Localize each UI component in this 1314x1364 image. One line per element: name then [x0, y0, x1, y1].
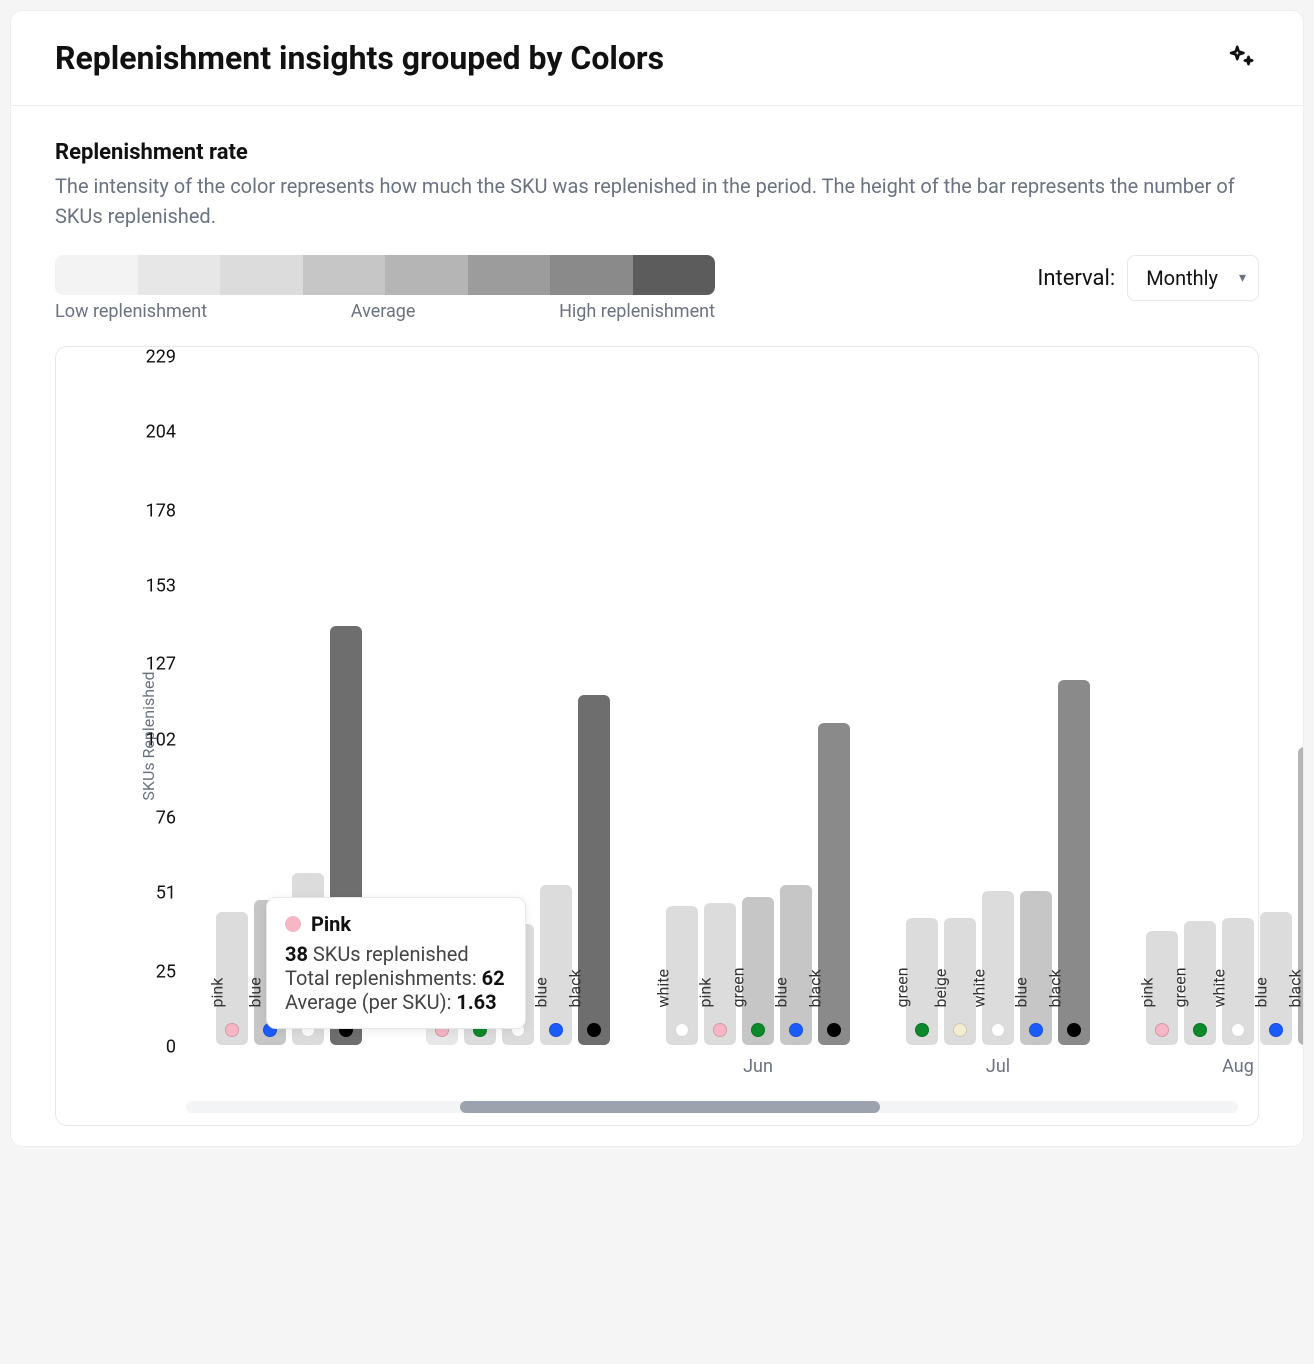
color-swatch-icon [827, 1023, 841, 1037]
bar-label: pink [696, 978, 715, 1008]
card-header: Replenishment insights grouped by Colors [11, 11, 1303, 106]
legend-row: Low replenishment Average High replenish… [55, 255, 1259, 322]
bar-label: green [1170, 967, 1189, 1007]
y-tick: 229 [126, 347, 176, 368]
bar-green[interactable]: green [742, 897, 774, 1045]
y-tick: 51 [126, 883, 176, 904]
legend-low-label: Low replenishment [55, 301, 207, 322]
tooltip-skus-value: 38 [285, 942, 308, 966]
interval-select[interactable]: Monthly ▾ [1127, 255, 1259, 301]
bar-label: blue [245, 977, 264, 1007]
color-swatch-icon [789, 1023, 803, 1037]
intensity-legend: Low replenishment Average High replenish… [55, 255, 715, 322]
bar-label: white [969, 969, 988, 1007]
month-label: Jun [743, 1056, 773, 1077]
color-swatch-icon [953, 1023, 967, 1037]
bar-label: green [728, 967, 747, 1007]
bar-label: beige [931, 969, 950, 1008]
color-swatch-icon [991, 1023, 1005, 1037]
bar-white[interactable]: white [1222, 918, 1254, 1045]
tooltip-skus-suffix: SKUs replenished [308, 942, 469, 966]
bar-blue[interactable]: blue [1020, 891, 1052, 1045]
color-swatch-icon [549, 1023, 563, 1037]
bar-blue[interactable]: blue [540, 885, 572, 1045]
card-body: Replenishment rate The intensity of the … [11, 106, 1303, 1146]
bar-black[interactable]: black [818, 723, 850, 1045]
bar-label: blue [531, 977, 550, 1007]
month-group: greenbeigewhiteblueblackJul [906, 680, 1090, 1045]
bar-label: blue [1251, 977, 1270, 1007]
color-swatch-icon [915, 1023, 929, 1037]
chevron-down-icon: ▾ [1239, 270, 1246, 286]
y-tick: 204 [126, 422, 176, 443]
intensity-labels: Low replenishment Average High replenish… [55, 301, 715, 322]
tooltip-avg-value: 1.63 [456, 990, 496, 1014]
bar-black[interactable]: black [1298, 747, 1304, 1045]
month-label: Aug [1222, 1056, 1254, 1077]
month-label: Jul [986, 1056, 1010, 1077]
y-tick: 25 [126, 961, 176, 982]
y-tick: 76 [126, 808, 176, 829]
interval-label: Interval: [1037, 266, 1115, 291]
legend-avg-label: Average [351, 301, 416, 322]
bar-label: black [1045, 969, 1064, 1007]
month-group: whitepinkgreenblueblackJun [666, 723, 850, 1045]
bar-blue[interactable]: blue [780, 885, 812, 1045]
y-tick: 178 [126, 500, 176, 521]
color-swatch-icon [587, 1023, 601, 1037]
bar-label: green [892, 967, 911, 1007]
tooltip-avg-label: Average (per SKU): [285, 990, 456, 1014]
bar-label: black [1285, 969, 1304, 1007]
scrollbar-thumb[interactable] [460, 1101, 881, 1113]
bar-white[interactable]: white [982, 891, 1014, 1045]
bar-label: blue [1011, 977, 1030, 1007]
month-group: pinkgreenwhiteblueblackAug [1146, 747, 1304, 1045]
bar-label: pink [208, 978, 227, 1008]
bar-label: black [805, 969, 824, 1007]
color-swatch-icon [751, 1023, 765, 1037]
horizontal-scrollbar[interactable] [186, 1101, 1238, 1113]
color-swatch-icon [1193, 1023, 1207, 1037]
y-tick: 127 [126, 654, 176, 675]
ai-sparkle-icon[interactable] [1223, 40, 1259, 76]
tooltip-total-value: 62 [482, 966, 505, 990]
section-title: Replenishment rate [55, 140, 1259, 165]
interval-control: Interval: Monthly ▾ [1037, 255, 1259, 301]
color-swatch-icon [1231, 1023, 1245, 1037]
color-swatch-icon [1155, 1023, 1169, 1037]
color-swatch-icon [1067, 1023, 1081, 1037]
y-tick: 153 [126, 575, 176, 596]
section-description: The intensity of the color represents ho… [55, 171, 1259, 231]
bar-pink[interactable]: pink [216, 912, 248, 1045]
y-tick: 0 [126, 1037, 176, 1058]
color-swatch-icon [225, 1023, 239, 1037]
color-swatch-icon [713, 1023, 727, 1037]
color-swatch-icon [675, 1023, 689, 1037]
bar-label: pink [1138, 978, 1157, 1008]
bar-white[interactable]: white [666, 906, 698, 1045]
card-title: Replenishment insights grouped by Colors [55, 39, 664, 77]
color-swatch-icon [1029, 1023, 1043, 1037]
tooltip-swatch [285, 916, 301, 932]
bar-label: black [565, 969, 584, 1007]
y-tick: 102 [126, 729, 176, 750]
bar-label: blue [771, 977, 790, 1007]
chart-container: SKUs Replenished 02551761021271531782042… [55, 346, 1259, 1126]
tooltip-total-label: Total replenishments: [285, 966, 482, 990]
color-swatch-icon [1269, 1023, 1283, 1037]
interval-selected: Monthly [1146, 266, 1218, 290]
bar-black[interactable]: black [1058, 680, 1090, 1045]
bar-label: white [1209, 969, 1228, 1007]
bar-label: white [653, 969, 672, 1007]
tooltip-color-name: Pink [311, 912, 351, 936]
legend-high-label: High replenishment [559, 301, 715, 322]
intensity-gradient [55, 255, 715, 295]
bar-black[interactable]: black [578, 695, 610, 1045]
insights-card: Replenishment insights grouped by Colors… [10, 10, 1304, 1147]
chart-tooltip: Pink 38 SKUs replenished Total replenish… [266, 897, 526, 1029]
